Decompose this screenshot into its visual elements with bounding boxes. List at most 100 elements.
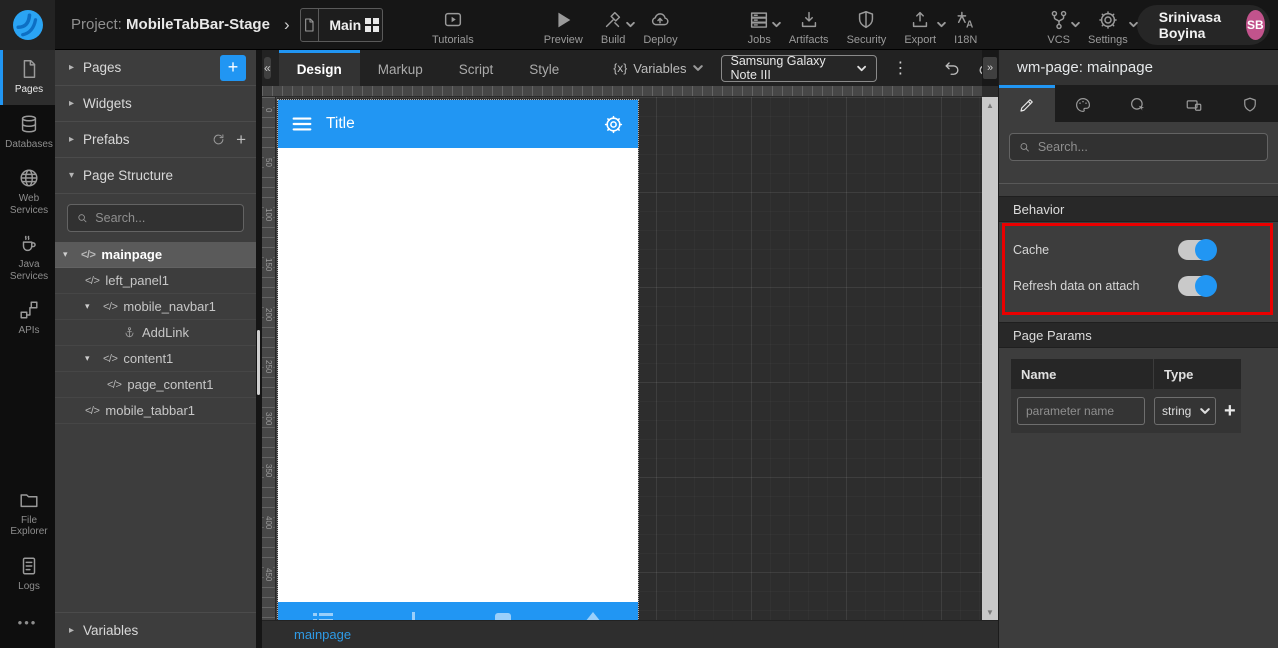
- tab-script[interactable]: Script: [441, 50, 512, 86]
- section-widgets[interactable]: ▸ Widgets: [55, 86, 256, 122]
- tab-markup[interactable]: Markup: [360, 50, 441, 86]
- navbar-gear-icon[interactable]: [603, 114, 624, 135]
- add-prefab-button[interactable]: +: [236, 130, 246, 150]
- parameter-type-value: string: [1162, 404, 1192, 418]
- add-page-button[interactable]: +: [220, 54, 246, 81]
- tab-properties[interactable]: [999, 85, 1055, 122]
- section-page-structure[interactable]: ▾ Page Structure: [55, 158, 256, 194]
- build-button[interactable]: Build: [592, 4, 636, 46]
- caret-down-icon: ▾: [85, 301, 90, 311]
- rail-item-java-services[interactable]: Java Services: [0, 225, 55, 291]
- scroll-up-icon[interactable]: ▲: [982, 97, 998, 113]
- security-button[interactable]: Security: [838, 4, 896, 46]
- caret-down-icon: ▾: [85, 353, 90, 363]
- tree-search-input[interactable]: [95, 211, 235, 225]
- preview-button[interactable]: Preview: [535, 4, 592, 46]
- rail-item-apis[interactable]: APIs: [0, 291, 55, 346]
- refresh-prefabs-button[interactable]: [211, 132, 226, 147]
- rail-label: Pages: [14, 84, 44, 95]
- jobs-button[interactable]: Jobs: [739, 4, 781, 46]
- ruler-label: 300: [264, 411, 273, 427]
- design-canvas[interactable]: 0 50 100 150 200 250 300 350 400 450 Tit…: [262, 86, 998, 620]
- preview-icon: [558, 12, 571, 27]
- tree-item-mainpage[interactable]: ▾ </> mainpage: [55, 242, 256, 268]
- tabbar-item[interactable]: [278, 602, 368, 620]
- table-header-row: Name Type: [1011, 359, 1241, 389]
- caret-down-icon: ▾: [69, 170, 75, 181]
- more-options-kebab-icon[interactable]: ⋮: [893, 58, 909, 78]
- rail-item-logs[interactable]: Logs: [0, 547, 55, 602]
- top-toolbar: Tutorials Preview Build Deploy Jobs Arti…: [423, 4, 1138, 46]
- refresh-data-on-attach-toggle[interactable]: [1178, 275, 1217, 297]
- vcs-button[interactable]: VCS: [1038, 4, 1080, 46]
- collapse-left-panel-button[interactable]: «: [264, 57, 271, 79]
- open-page-tab-mainpage[interactable]: mainpage: [294, 627, 351, 642]
- settings-button[interactable]: Settings: [1079, 4, 1138, 46]
- scroll-down-icon[interactable]: ▼: [982, 604, 998, 620]
- expand-right-panel-button[interactable]: »: [983, 57, 997, 79]
- mobile-tabbar[interactable]: [278, 602, 638, 620]
- tutorials-icon: [444, 12, 461, 26]
- tree-item-mobile-navbar1[interactable]: ▾ </> mobile_navbar1: [55, 294, 256, 320]
- scrollbar-thumb[interactable]: [257, 330, 260, 395]
- tab-design[interactable]: Design: [278, 50, 360, 86]
- properties-search-box[interactable]: [1009, 133, 1268, 161]
- device-select-value: Samsung Galaxy Note III: [730, 54, 826, 82]
- phone-preview[interactable]: Title: [277, 99, 639, 620]
- section-prefabs[interactable]: ▸ Prefabs +: [55, 122, 256, 158]
- rail-overflow-button[interactable]: •••: [0, 601, 55, 648]
- artifacts-download-icon: [801, 11, 816, 27]
- user-menu[interactable]: Srinivasa Boyina SB: [1136, 4, 1270, 45]
- page-selector[interactable]: Main: [299, 7, 383, 42]
- behavior-section-header[interactable]: Behavior: [999, 196, 1278, 222]
- cache-toggle[interactable]: [1178, 239, 1217, 261]
- devices-icon: [1186, 100, 1202, 111]
- tree-item-mobile-tabbar1[interactable]: </> mobile_tabbar1: [55, 398, 256, 424]
- canvas-scrollbar[interactable]: ▲ ▼: [982, 97, 998, 620]
- mobile-navbar[interactable]: Title: [278, 100, 638, 148]
- tree-search-box[interactable]: [67, 204, 244, 232]
- artifacts-button[interactable]: Artifacts: [780, 4, 838, 46]
- undo-button[interactable]: [942, 58, 962, 78]
- grid-view-icon[interactable]: [361, 17, 382, 33]
- tabbar-item[interactable]: [548, 602, 638, 620]
- rail-label: APIs: [18, 325, 40, 336]
- database-icon: [21, 114, 37, 133]
- rail-item-file-explorer[interactable]: File Explorer: [0, 481, 55, 547]
- tab-style[interactable]: Style: [511, 50, 577, 86]
- page-params-section-header[interactable]: Page Params: [999, 322, 1278, 348]
- tree-item-label: mobile_tabbar1: [105, 403, 196, 418]
- section-pages[interactable]: ▸ Pages +: [55, 50, 256, 86]
- properties-panel-title: wm-page: mainpage: [999, 50, 1278, 85]
- tree-item-page-content1[interactable]: </> page_content1: [55, 372, 256, 398]
- tree-item-content1[interactable]: ▾ </> content1: [55, 346, 256, 372]
- tabbar-item[interactable]: [458, 602, 548, 620]
- shield-icon: [1244, 97, 1256, 112]
- section-variables[interactable]: ▸ Variables: [55, 612, 256, 648]
- i18n-button[interactable]: A I18N: [945, 4, 986, 46]
- tab-security[interactable]: [1222, 85, 1278, 122]
- project-name: MobileTabBar-Stage: [126, 16, 270, 33]
- hamburger-menu-icon[interactable]: [292, 116, 312, 132]
- tab-devices[interactable]: [1166, 85, 1222, 122]
- variables-dropdown-button[interactable]: {x} Variables: [613, 61, 703, 76]
- tree-item-left-panel1[interactable]: </> left_panel1: [55, 268, 256, 294]
- add-parameter-button[interactable]: +: [1224, 400, 1236, 423]
- tabbar-item[interactable]: [368, 602, 458, 620]
- deploy-button[interactable]: Deploy: [634, 4, 686, 46]
- parameter-type-select[interactable]: string: [1154, 397, 1216, 425]
- rail-item-web-services[interactable]: Web Services: [0, 159, 55, 225]
- device-select[interactable]: Samsung Galaxy Note III: [720, 54, 877, 82]
- app-logo[interactable]: [0, 0, 55, 50]
- tab-events[interactable]: [1111, 85, 1167, 122]
- parameter-name-input[interactable]: [1017, 397, 1145, 425]
- tree-item-addlink[interactable]: AddLink: [55, 320, 256, 346]
- tutorials-button[interactable]: Tutorials: [423, 4, 483, 46]
- tab-styles[interactable]: [1055, 85, 1111, 122]
- rail-item-pages[interactable]: Pages: [0, 50, 55, 105]
- export-button[interactable]: Export: [895, 4, 946, 46]
- svg-text:A: A: [966, 19, 974, 30]
- rail-item-databases[interactable]: Databases: [0, 105, 55, 160]
- properties-search-input[interactable]: [1037, 140, 1259, 154]
- tool-label: Jobs: [747, 33, 771, 46]
